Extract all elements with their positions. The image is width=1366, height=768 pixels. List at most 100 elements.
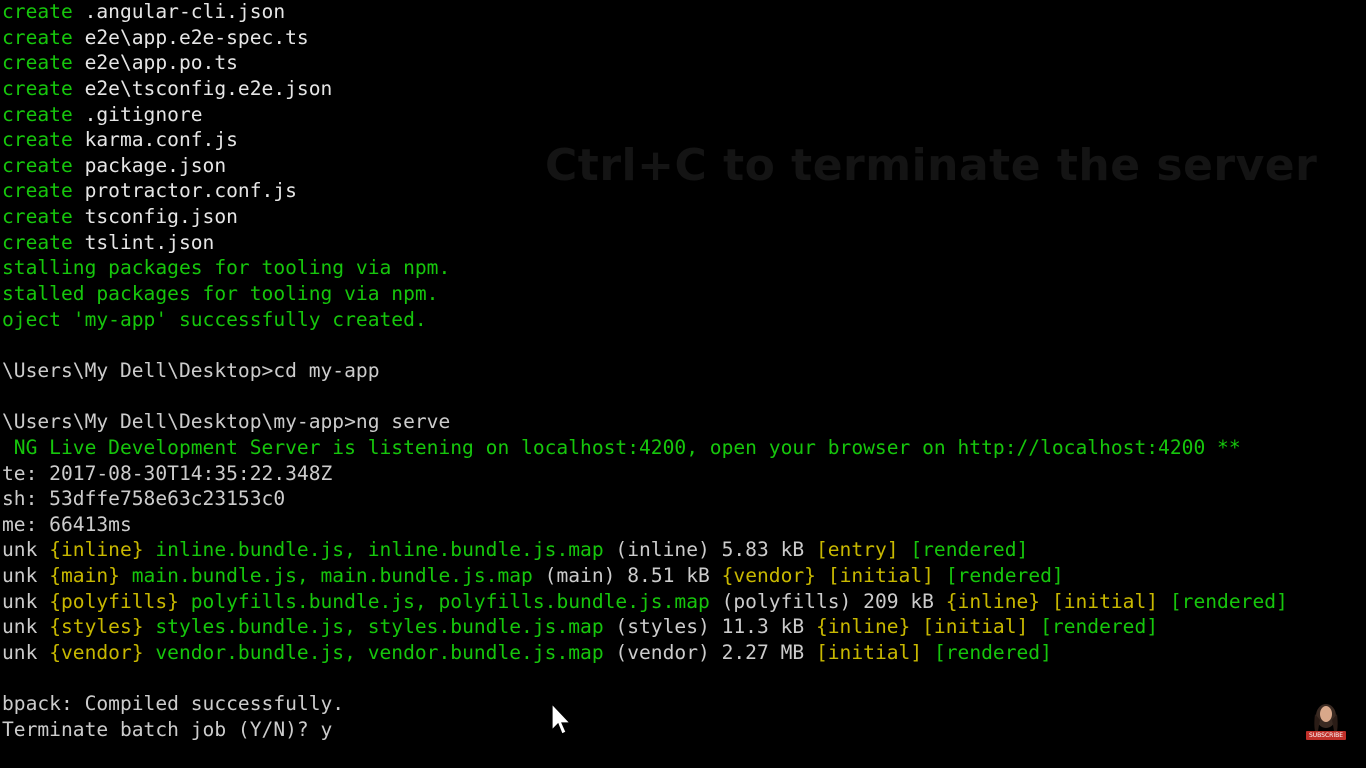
console-text-segment (1158, 590, 1170, 613)
console-text-segment: oject 'my-app' successfully created. (2, 307, 427, 331)
console-line: create tslint.json (2, 230, 1366, 256)
console-text-segment: unk (2, 589, 50, 613)
console-line: \Users\My Dell\Desktop\my-app>ng serve (2, 409, 1366, 435)
console-line: te: 2017-08-30T14:35:22.348Z (2, 461, 1366, 487)
console-text-segment: vendor.bundle.js, vendor.bundle.js.map (143, 641, 604, 665)
console-text-segment: [rendered] (933, 641, 1052, 665)
console-line: unk {inline} inline.bundle.js, inline.bu… (2, 537, 1366, 563)
console-text-segment: (vendor) 2.27 MB (603, 641, 816, 665)
console-text-segment: protractor.conf.js (72, 179, 297, 203)
console-text-segment: NG Live Development Server is listening … (2, 435, 1241, 459)
console-text-segment: [initial] (1051, 589, 1159, 613)
console-text-segment: create (2, 0, 73, 23)
console-text-segment: {styles} (49, 615, 144, 639)
console-text-segment: package.json (72, 153, 227, 177)
console-line: create e2e\tsconfig.e2e.json (2, 76, 1366, 102)
console-text-segment: tslint.json (72, 230, 215, 254)
console-text-segment (1040, 590, 1052, 613)
console-text-segment: [rendered] (1040, 615, 1159, 639)
console-text-segment: create (2, 51, 73, 75)
console-text-segment (899, 538, 911, 561)
mouse-pointer-icon (551, 703, 571, 735)
console-text-segment: unk (2, 564, 50, 588)
console-text-segment: create (2, 230, 73, 254)
console-text-segment: {vendor} (49, 641, 144, 665)
overlay-caption: Ctrl+C to terminate the server (545, 140, 1318, 191)
console-text-segment: inline.bundle.js, inline.bundle.js.map (143, 538, 604, 562)
console-line: sh: 53dffe758e63c23153c0 (2, 486, 1366, 512)
console-line: me: 66413ms (2, 512, 1366, 538)
console-text-segment: create (2, 153, 73, 177)
console-text-segment: bpack: Compiled successfully. (2, 692, 345, 716)
console-text-segment: [initial] (815, 641, 923, 665)
console-line: stalling packages for tooling via npm. (2, 255, 1366, 281)
console-text-segment: Terminate batch job (Y/N)? y (2, 717, 333, 741)
console-line: unk {styles} styles.bundle.js, styles.bu… (2, 614, 1366, 640)
console-text-segment: sh: 53dffe758e63c23153c0 (2, 487, 286, 511)
console-line: oject 'my-app' successfully created. (2, 307, 1366, 333)
console-line: create e2e\app.e2e-spec.ts (2, 25, 1366, 51)
console-text-segment: {inline} (945, 589, 1041, 613)
console-text-segment: main.bundle.js, main.bundle.js.map (119, 564, 533, 588)
console-line: unk {polyfills} polyfills.bundle.js, pol… (2, 589, 1366, 615)
console-text-segment: .gitignore (72, 102, 203, 126)
console-line: create .angular-cli.json (2, 0, 1366, 25)
console-text-segment: styles.bundle.js, styles.bundle.js.map (143, 615, 604, 639)
console-text-segment: unk (2, 641, 50, 665)
console-text-segment: me: 66413ms (2, 512, 132, 536)
console-line: create .gitignore (2, 102, 1366, 128)
console-text-segment (922, 641, 934, 664)
console-text-segment: create (2, 102, 73, 126)
console-line: NG Live Development Server is listening … (2, 435, 1366, 461)
console-line: unk {vendor} vendor.bundle.js, vendor.bu… (2, 640, 1366, 666)
console-line: Terminate batch job (Y/N)? y (2, 717, 1366, 743)
console-text-segment: {inline} (815, 615, 911, 639)
console-text-segment: {inline} (49, 538, 144, 562)
console-text-segment: \Users\My Dell\Desktop>cd my-app (2, 358, 380, 382)
console-text-segment: karma.conf.js (72, 128, 238, 152)
console-text-segment: create (2, 205, 73, 229)
console-text-segment: {polyfills} (49, 589, 179, 613)
console-text-segment (934, 564, 946, 587)
console-text-segment: stalled packages for tooling via npm. (2, 282, 439, 306)
console-line: create e2e\app.po.ts (2, 50, 1366, 76)
console-text-segment: e2e\app.po.ts (72, 51, 238, 75)
console-text-segment: {main} (49, 564, 120, 588)
console-text-segment: [entry] (815, 538, 899, 562)
console-line: bpack: Compiled successfully. (2, 691, 1366, 717)
console-text-segment: te: 2017-08-30T14:35:22.348Z (2, 461, 333, 485)
console-line: \Users\My Dell\Desktop>cd my-app (2, 358, 1366, 384)
console-text-segment: unk (2, 615, 50, 639)
console-text-segment: \Users\My Dell\Desktop\my-app>ng serve (2, 410, 451, 434)
console-text-segment: (styles) 11.3 kB (603, 615, 816, 639)
console-text-segment: polyfills.bundle.js, polyfills.bundle.js… (178, 589, 710, 613)
console-text-segment: e2e\app.e2e-spec.ts (72, 25, 309, 49)
console-text-segment: stalling packages for tooling via npm. (2, 256, 451, 280)
console-text-segment: [rendered] (945, 564, 1064, 588)
console-text-segment: [initial] (922, 615, 1029, 639)
console-line: stalled packages for tooling via npm. (2, 281, 1366, 307)
console-text-segment: [rendered] (1169, 589, 1288, 613)
console-text-segment: .angular-cli.json (72, 0, 286, 23)
console-text-segment: (inline) 5.83 kB (603, 538, 816, 562)
console-text-segment: [rendered] (910, 538, 1029, 562)
subscribe-badge[interactable]: SUBSCRIBE (1306, 731, 1346, 740)
console-text-segment: unk (2, 538, 50, 562)
console-text-segment: [initial] (827, 564, 934, 588)
console-text-segment: (main) 8.51 kB (532, 564, 722, 588)
console-text-segment: e2e\tsconfig.e2e.json (72, 76, 333, 100)
console-line: create tsconfig.json (2, 204, 1366, 230)
console-text-segment: create (2, 76, 73, 100)
console-text-segment: create (2, 128, 73, 152)
terminal-window[interactable]: create .angular-cli.json create e2e\app.e… (0, 0, 1366, 768)
console-text-segment: tsconfig.json (72, 205, 238, 229)
console-text-segment: (polyfills) 209 kB (709, 589, 946, 613)
console-text-segment (816, 564, 828, 587)
console-output[interactable]: create .angular-cli.json create e2e\app.e… (2, 0, 1366, 743)
console-text-segment: {vendor} (721, 564, 816, 588)
console-text-segment (1028, 615, 1040, 638)
console-text-segment: create (2, 179, 73, 203)
